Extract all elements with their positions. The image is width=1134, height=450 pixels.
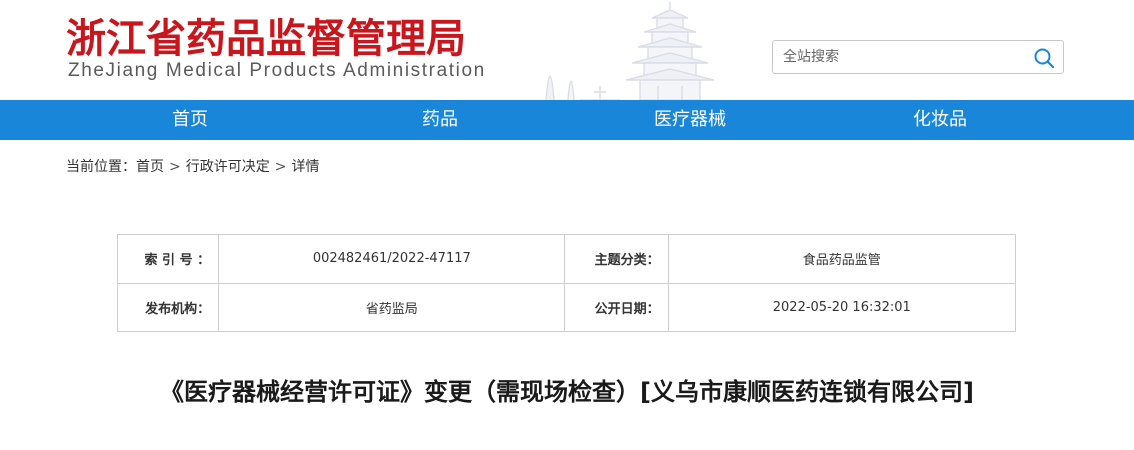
site-subtitle: ZheJiang Medical Products Administration (68, 60, 486, 81)
breadcrumb-separator: > (274, 159, 287, 175)
site-title[interactable]: 浙江省药品监督管理局 (66, 6, 466, 64)
index-number-value: 002482461/2022-47117 (218, 234, 566, 284)
breadcrumb-home[interactable]: 首页 (136, 159, 164, 175)
search-input[interactable] (783, 41, 1023, 73)
breadcrumb: 当前位置：首页 > 行政许可决定 > 详情 (66, 156, 319, 176)
table-row: 发布机构： 省药监局 公开日期： 2022-05-20 16:32:01 (116, 282, 1017, 332)
nav-item-medical-devices[interactable]: 医疗器械 (620, 100, 760, 140)
index-number-label: 索 引 号 ： (116, 234, 220, 284)
nav-item-drugs[interactable]: 药品 (380, 100, 500, 140)
nav-item-cosmetics[interactable]: 化妆品 (880, 100, 1000, 140)
category-label: 主题分类： (564, 234, 669, 284)
main-nav: 首页 药品 医疗器械 化妆品 (0, 100, 1134, 140)
site-header: 浙江省药品监督管理局 ZheJiang Medical Products Adm… (0, 0, 1134, 100)
publish-date-label: 公开日期： (564, 282, 669, 332)
breadcrumb-admin-licensing[interactable]: 行政许可决定 (186, 159, 270, 175)
search-box (772, 40, 1064, 74)
breadcrumb-separator: > (169, 159, 181, 175)
breadcrumb-prefix: 当前位置： (66, 159, 136, 175)
pagoda-watermark-icon (545, 2, 715, 100)
category-value: 食品药品监管 (667, 234, 1017, 284)
document-meta-table: 索 引 号 ： 002482461/2022-47117 主题分类： 食品药品监… (116, 234, 1017, 332)
article-title: 《医疗器械经营许可证》变更（需现场检查）[义乌市康顺医药连锁有限公司] (160, 378, 974, 406)
breadcrumb-current: 详情 (291, 159, 320, 175)
table-row: 索 引 号 ： 002482461/2022-47117 主题分类： 食品药品监… (116, 234, 1017, 284)
publish-date-value: 2022-05-20 16:32:01 (667, 282, 1017, 332)
nav-item-home[interactable]: 首页 (130, 100, 250, 140)
search-icon[interactable] (1033, 47, 1055, 69)
publisher-label: 发布机构： (116, 282, 220, 332)
publisher-value: 省药监局 (218, 282, 566, 332)
